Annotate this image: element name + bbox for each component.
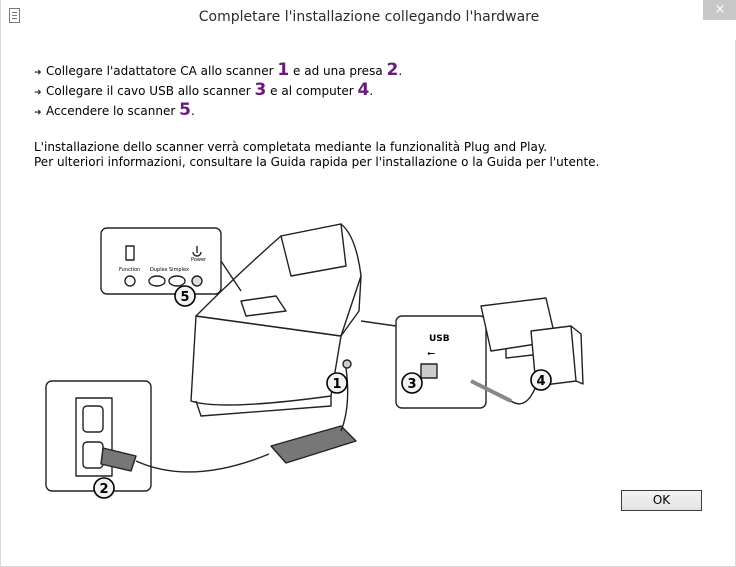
callout-3: 3 bbox=[407, 377, 416, 392]
callout-2: 2 bbox=[99, 482, 108, 497]
instruction-text: e ad una presa bbox=[289, 64, 387, 78]
instruction-item: ➜ Collegare il cavo USB allo scanner 3 e … bbox=[34, 80, 402, 100]
instruction-text: Collegare il cavo USB allo scanner bbox=[46, 84, 255, 98]
computer-illustration bbox=[480, 297, 584, 387]
duplex-label: Duplex bbox=[150, 267, 168, 273]
step-number: 2 bbox=[386, 60, 399, 80]
instruction-item: ➜ Collegare l'adattatore CA allo scanner … bbox=[34, 60, 402, 80]
usb-label: USB bbox=[429, 334, 450, 344]
function-label: Function bbox=[119, 267, 140, 273]
scanner-control-panel-callout bbox=[100, 227, 242, 295]
instruction-text: . bbox=[369, 84, 374, 98]
step-number: 4 bbox=[357, 80, 370, 100]
wall-outlet-illustration bbox=[45, 380, 152, 492]
hardware-connection-diagram: Function Duplex Simplex Power USB ⭠ 5 1 … bbox=[45, 223, 584, 499]
usb-symbol-icon: ⭠ bbox=[427, 348, 435, 359]
instruction-text: e al computer bbox=[266, 84, 358, 98]
info-text: L'installazione dello scanner verrà comp… bbox=[34, 140, 599, 170]
ok-button[interactable]: OK bbox=[621, 490, 702, 511]
instruction-text: Collegare l'adattatore CA allo scanner bbox=[46, 64, 278, 78]
info-line: L'installazione dello scanner verrà comp… bbox=[34, 140, 548, 154]
title-bar: Completare l'installazione collegando l'… bbox=[1, 0, 736, 40]
instruction-text: . bbox=[190, 104, 195, 118]
callout-4: 4 bbox=[536, 374, 545, 389]
installation-dialog: Completare l'installazione collegando l'… bbox=[0, 0, 736, 567]
instruction-text: . bbox=[398, 64, 403, 78]
step-number: 3 bbox=[254, 80, 267, 100]
instruction-list: ➜ Collegare l'adattatore CA allo scanner … bbox=[34, 60, 402, 120]
arrow-bullet-icon: ➜ bbox=[34, 108, 42, 118]
instruction-item: ➜ Accendere lo scanner 5. bbox=[34, 100, 402, 120]
window-title: Completare l'installazione collegando l'… bbox=[198, 9, 540, 25]
step-number: 1 bbox=[277, 60, 290, 80]
power-label: Power bbox=[191, 257, 207, 263]
simplex-label: Simplex bbox=[169, 267, 189, 273]
callout-5: 5 bbox=[180, 290, 189, 305]
info-line: Per ulteriori informazioni, consultare l… bbox=[34, 155, 600, 169]
close-button[interactable]: × bbox=[703, 0, 736, 20]
callout-1: 1 bbox=[332, 377, 341, 392]
step-number: 5 bbox=[179, 100, 191, 120]
instruction-text: Accendere lo scanner bbox=[46, 104, 180, 118]
